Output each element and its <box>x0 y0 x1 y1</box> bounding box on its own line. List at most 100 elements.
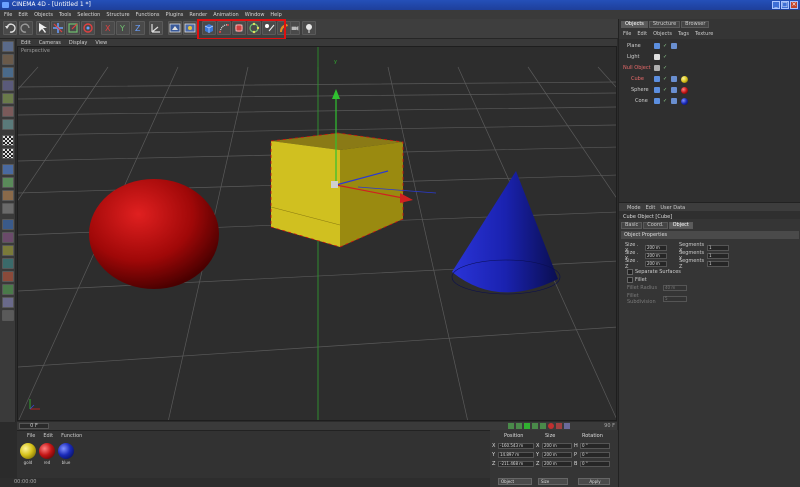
segments-z-input[interactable]: 1 <box>707 261 729 267</box>
om-menu-file[interactable]: File <box>623 31 631 37</box>
rotate-tool-button[interactable] <box>81 21 95 35</box>
tab-basic[interactable]: Basic <box>621 222 643 229</box>
uv-checker-button[interactable] <box>2 148 14 159</box>
phong-tag-icon[interactable] <box>671 87 677 93</box>
bodypaint-button[interactable] <box>2 232 14 243</box>
light-button[interactable] <box>302 21 316 35</box>
mesh-button[interactable] <box>2 258 14 269</box>
undo-button[interactable] <box>3 21 17 35</box>
current-frame-field[interactable]: 0 F <box>19 423 49 429</box>
size-y-field[interactable]: 200 m <box>542 452 572 458</box>
visibility-check-icon[interactable]: ✓ <box>663 43 667 49</box>
visibility-check-icon[interactable]: ✓ <box>663 76 667 82</box>
camera-button[interactable] <box>290 21 300 35</box>
snap-button[interactable] <box>2 190 14 201</box>
workplane-button[interactable] <box>2 177 14 188</box>
texture-tag-red-icon[interactable] <box>681 87 688 94</box>
extrude-button[interactable] <box>2 310 14 321</box>
phong-tag-icon[interactable] <box>671 98 677 104</box>
om-menu-tags[interactable]: Tags <box>678 31 689 37</box>
menu-help[interactable]: Help <box>270 12 281 18</box>
sculpt-button[interactable] <box>2 271 14 282</box>
object-row-plane[interactable]: Plane ✓ <box>619 41 800 52</box>
keyframe-icon[interactable] <box>564 423 570 429</box>
model-mode-button[interactable] <box>2 41 14 52</box>
menu-render[interactable]: Render <box>189 12 207 18</box>
fillet-radius-input[interactable]: 40 m <box>663 285 687 291</box>
position-x-field[interactable]: -160.543 m <box>498 443 534 449</box>
object-row-cone[interactable]: Cone ✓ <box>619 96 800 107</box>
edges-mode-button[interactable] <box>2 106 14 117</box>
object-mode-button[interactable] <box>2 54 14 65</box>
menu-window[interactable]: Window <box>245 12 265 18</box>
menu-structure[interactable]: Structure <box>106 12 129 18</box>
perspective-viewport[interactable]: Perspective y <box>17 46 617 421</box>
material-swatch-blue[interactable]: blue <box>57 443 75 465</box>
attr-menu-user-data[interactable]: User Data <box>660 205 685 211</box>
phong-tag-icon[interactable] <box>671 76 677 82</box>
menu-tools[interactable]: Tools <box>59 12 71 18</box>
texture-tag-blue-icon[interactable] <box>681 98 688 105</box>
visibility-check-icon[interactable]: ✓ <box>663 54 667 60</box>
menu-edit[interactable]: Edit <box>18 12 28 18</box>
autokey-icon[interactable] <box>556 423 562 429</box>
close-button[interactable]: × <box>790 1 798 9</box>
viewport-menu-display[interactable]: Display <box>69 40 87 46</box>
menu-functions[interactable]: Functions <box>136 12 160 18</box>
separate-surfaces-checkbox[interactable] <box>627 269 633 275</box>
y-axis-button[interactable]: Y <box>116 21 130 35</box>
fillet-checkbox[interactable] <box>627 277 633 283</box>
polygons-mode-button[interactable] <box>2 119 14 130</box>
material-swatch-red[interactable]: red <box>38 443 56 465</box>
texture-mode-button[interactable] <box>2 67 14 78</box>
position-y-field[interactable]: 14.897 m <box>498 452 534 458</box>
size-mode-select[interactable]: Size <box>538 478 568 485</box>
tab-objects[interactable]: Objects <box>621 21 648 28</box>
record-icon[interactable] <box>548 423 554 429</box>
viewport-menu-cameras[interactable]: Cameras <box>39 40 61 46</box>
maximize-button[interactable]: □ <box>781 1 789 9</box>
material-menu-function[interactable]: Function <box>61 433 82 439</box>
om-menu-edit[interactable]: Edit <box>637 31 647 37</box>
paint-mode-button[interactable] <box>2 219 14 230</box>
render-view-button[interactable] <box>168 21 182 35</box>
step-back-icon[interactable] <box>516 423 522 429</box>
play-icon[interactable] <box>524 423 530 429</box>
rotation-p-field[interactable]: 0 ° <box>580 452 610 458</box>
rotation-b-field[interactable]: 0 ° <box>580 461 610 467</box>
soft-selection-button[interactable] <box>2 203 14 214</box>
visibility-check-icon[interactable]: ✓ <box>663 87 667 93</box>
checker-texture-button[interactable] <box>2 135 14 146</box>
visibility-check-icon[interactable]: ✓ <box>663 98 667 104</box>
menu-selection[interactable]: Selection <box>77 12 100 18</box>
menu-file[interactable]: File <box>4 12 12 18</box>
attr-menu-edit[interactable]: Edit <box>646 205 656 211</box>
scale-tool-button[interactable] <box>66 21 80 35</box>
rotation-h-field[interactable]: 0 ° <box>580 443 610 449</box>
tab-structure[interactable]: Structure <box>648 21 681 28</box>
move-tool-button[interactable] <box>51 21 65 35</box>
size-z-field[interactable]: 200 m <box>542 461 572 467</box>
viewport-menu-view[interactable]: View <box>95 40 107 46</box>
material-menu-file[interactable]: File <box>27 433 35 439</box>
tab-object[interactable]: Object <box>668 222 693 229</box>
object-row-sphere[interactable]: Sphere ✓ <box>619 85 800 96</box>
z-axis-button[interactable]: Z <box>131 21 145 35</box>
texture-tag-gold-icon[interactable] <box>681 76 688 83</box>
menu-objects[interactable]: Objects <box>34 12 53 18</box>
render-picture-viewer-button[interactable] <box>183 21 197 35</box>
coordinate-mode-select[interactable]: Object <box>498 478 532 485</box>
brush-button[interactable] <box>2 245 14 256</box>
visibility-check-icon[interactable]: ✓ <box>663 65 667 71</box>
tab-browser[interactable]: Browser <box>681 21 710 28</box>
x-axis-button[interactable]: X <box>101 21 115 35</box>
axis-mode-button[interactable] <box>2 80 14 91</box>
object-row-null[interactable]: Null Object ✓ <box>619 63 800 74</box>
size-z-input[interactable]: 200 m <box>645 261 667 267</box>
material-swatch-gold[interactable]: gold <box>19 443 37 465</box>
menu-animation[interactable]: Animation <box>213 12 239 18</box>
live-select-button[interactable] <box>36 21 50 35</box>
animation-mode-button[interactable] <box>2 164 14 175</box>
minimize-button[interactable]: _ <box>772 1 780 9</box>
om-menu-texture[interactable]: Texture <box>695 31 713 37</box>
